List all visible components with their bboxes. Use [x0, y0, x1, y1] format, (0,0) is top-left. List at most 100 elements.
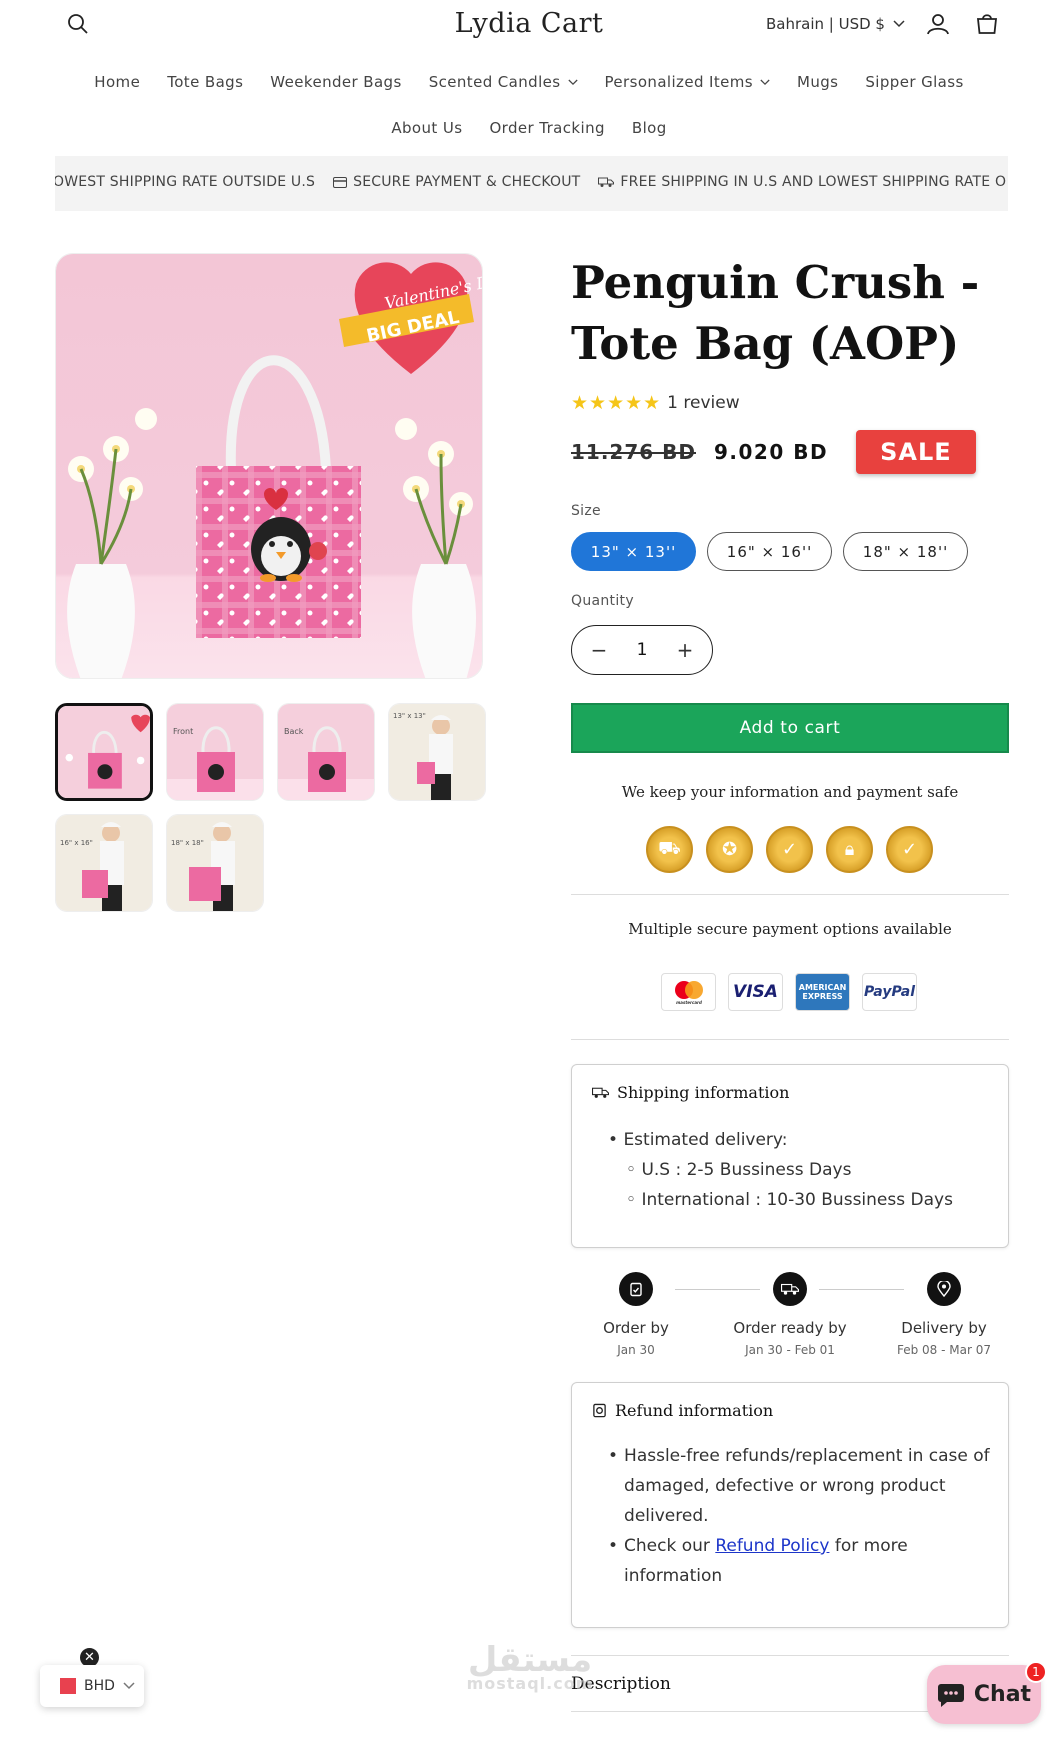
- quantity-decrease-button[interactable]: −: [588, 638, 610, 662]
- nav-blog[interactable]: Blog: [632, 119, 667, 137]
- amex-icon: AMERICAN EXPRESS: [795, 973, 850, 1011]
- payment-options-text: Multiple secure payment options availabl…: [628, 920, 952, 938]
- thumbnail-label: 18" x 18": [171, 839, 204, 847]
- thumbnail-1[interactable]: [55, 703, 153, 801]
- estimated-delivery-label: Estimated delivery:: [623, 1130, 788, 1150]
- size-selector: 13" × 13'' 16" × 16'' 18" × 18'': [571, 532, 968, 571]
- thumbnail-label: Back: [284, 727, 304, 736]
- chat-notification-badge: 1: [1025, 1661, 1047, 1683]
- price-original: 11.276 BD: [571, 440, 696, 464]
- timeline-step-order: Order by Jan 30: [571, 1270, 701, 1357]
- announcement-item: OWEST SHIPPING RATE OUTSIDE U.S: [55, 174, 316, 190]
- refund-policy-link[interactable]: Refund Policy: [715, 1536, 829, 1556]
- timeline-title: Order ready by: [733, 1319, 847, 1337]
- quality-badge-icon: ✪: [706, 826, 753, 873]
- currency-switcher[interactable]: BHD: [40, 1665, 144, 1707]
- list-item: • Estimated delivery:: [608, 1130, 788, 1150]
- visa-icon: VISA: [728, 973, 783, 1011]
- nav-tote-bags[interactable]: Tote Bags: [167, 73, 243, 91]
- thumbnail-label: Front: [173, 727, 193, 736]
- price-row: 11.276 BD 9.020 BD SALE: [571, 430, 976, 474]
- us-delivery-text: U.S : 2-5 Bussiness Days: [641, 1160, 852, 1180]
- star-rating-icon: ★★★★★: [571, 392, 662, 414]
- nav-label: Personalized Items: [604, 73, 753, 91]
- divider: [571, 894, 1009, 895]
- nav-label: Blog: [631, 119, 667, 137]
- account-icon[interactable]: [926, 12, 950, 36]
- chat-button[interactable]: Chat: [927, 1665, 1041, 1724]
- chevron-down-icon: [567, 79, 578, 85]
- nav-label: Order Tracking: [489, 119, 605, 137]
- list-item: ◦ International : 10-30 Bussiness Days: [626, 1190, 953, 1210]
- paypal-icon: PayPal: [862, 973, 917, 1011]
- thumbnail-5[interactable]: 16" x 16": [55, 814, 153, 912]
- nav-label: Tote Bags: [167, 73, 244, 91]
- payment-methods: mastercard VISA AMERICAN EXPRESS PayPal: [661, 973, 917, 1011]
- nav-label: Scented Candles: [428, 73, 561, 91]
- size-option-16[interactable]: 16" × 16'': [707, 532, 832, 571]
- shipping-details: • Estimated delivery: ◦ U.S : 2-5 Bussin…: [608, 1125, 953, 1215]
- nav-mugs[interactable]: Mugs: [797, 73, 838, 91]
- timeline-date: Feb 08 - Mar 07: [896, 1343, 991, 1357]
- chevron-down-icon: [893, 20, 905, 28]
- review-count: 1 review: [667, 393, 740, 413]
- cart-icon[interactable]: [975, 12, 999, 36]
- list-item: • Check our Refund Policy for more infor…: [608, 1531, 998, 1591]
- refund-heading: Refund information: [592, 1401, 773, 1420]
- thumbnail-4[interactable]: 13" x 13": [388, 703, 486, 801]
- delivery-truck-icon: [773, 1272, 807, 1306]
- refund-info-box: Refund information • Hassle-free refunds/…: [571, 1382, 1009, 1628]
- timeline-title: Delivery by: [901, 1319, 987, 1337]
- timeline-date: Jan 30 - Feb 01: [745, 1343, 835, 1357]
- size-option-18[interactable]: 18" × 18'': [843, 532, 968, 571]
- nav-personalized-items[interactable]: Personalized Items: [605, 73, 770, 91]
- main-nav: Home Tote Bags Weekender Bags Scented Ca…: [0, 73, 1058, 91]
- secondary-nav: About Us Order Tracking Blog: [0, 119, 1058, 137]
- shipping-info-box: Shipping information • Estimated deliver…: [571, 1064, 1009, 1248]
- timeline-date: Jan 30: [617, 1343, 655, 1357]
- thumbnail-3[interactable]: Back: [277, 703, 375, 801]
- secure-badge-icon: 🔒︎: [826, 826, 873, 873]
- price-sale: 9.020 BD: [714, 440, 829, 464]
- quantity-increase-button[interactable]: +: [674, 638, 696, 662]
- refund-bullet-text: Check our Refund Policy for more informa…: [624, 1531, 998, 1591]
- chat-bubble-icon: [937, 1683, 964, 1707]
- timeline-step-ready: Order ready by Jan 30 - Feb 01: [725, 1270, 855, 1357]
- safe-payment-text: We keep your information and payment saf…: [621, 783, 959, 801]
- truck-icon: [592, 1087, 609, 1098]
- nav-sipper-glass[interactable]: Sipper Glass: [865, 73, 963, 91]
- divider: [571, 1039, 1009, 1040]
- product-rating[interactable]: ★★★★★ 1 review: [571, 392, 740, 414]
- nav-home[interactable]: Home: [94, 73, 140, 91]
- refund-details: • Hassle-free refunds/replacement in case…: [608, 1441, 998, 1591]
- thumbnail-label: 13" x 13": [393, 712, 426, 720]
- timeline-title: Order by: [603, 1319, 669, 1337]
- free-shipping-badge-icon: ⛟: [646, 826, 693, 873]
- announcement-item: SECURE PAYMENT & CHECKOUT: [333, 174, 580, 190]
- watermark-subtext: mostaql.com: [466, 1674, 594, 1693]
- list-item: ◦ U.S : 2-5 Bussiness Days: [626, 1160, 852, 1180]
- mastercard-icon: mastercard: [661, 973, 716, 1011]
- locale-label: Bahrain | USD $: [766, 15, 885, 33]
- thumbnail-2[interactable]: Front: [166, 703, 264, 801]
- add-to-cart-button[interactable]: Add to cart: [571, 703, 1009, 753]
- credit-card-icon: [333, 176, 348, 188]
- announcement-text: FREE SHIPPING IN U.S AND LOWEST SHIPPING…: [620, 174, 1007, 190]
- size-option-13[interactable]: 13" × 13'': [571, 532, 696, 571]
- thumbnail-6[interactable]: 18" x 18": [166, 814, 264, 912]
- quantity-value[interactable]: 1: [637, 640, 648, 660]
- nav-about-us[interactable]: About Us: [391, 119, 462, 137]
- site-header: Lydia Cart Bahrain | USD $: [0, 0, 1058, 50]
- sale-badge: SALE: [856, 430, 976, 474]
- chevron-down-icon: [760, 79, 770, 85]
- search-icon[interactable]: [66, 12, 90, 36]
- locale-selector[interactable]: Bahrain | USD $: [766, 15, 905, 33]
- shipping-heading: Shipping information: [592, 1083, 789, 1102]
- nav-scented-candles[interactable]: Scented Candles: [429, 73, 578, 91]
- clipboard-check-icon: [619, 1272, 653, 1306]
- nav-weekender-bags[interactable]: Weekender Bags: [270, 73, 401, 91]
- bahrain-flag-icon: [54, 1678, 76, 1694]
- nav-order-tracking[interactable]: Order Tracking: [489, 119, 604, 137]
- product-main-image[interactable]: Valentine's Day BIG DEAL: [55, 253, 483, 679]
- map-pin-icon: [927, 1272, 961, 1306]
